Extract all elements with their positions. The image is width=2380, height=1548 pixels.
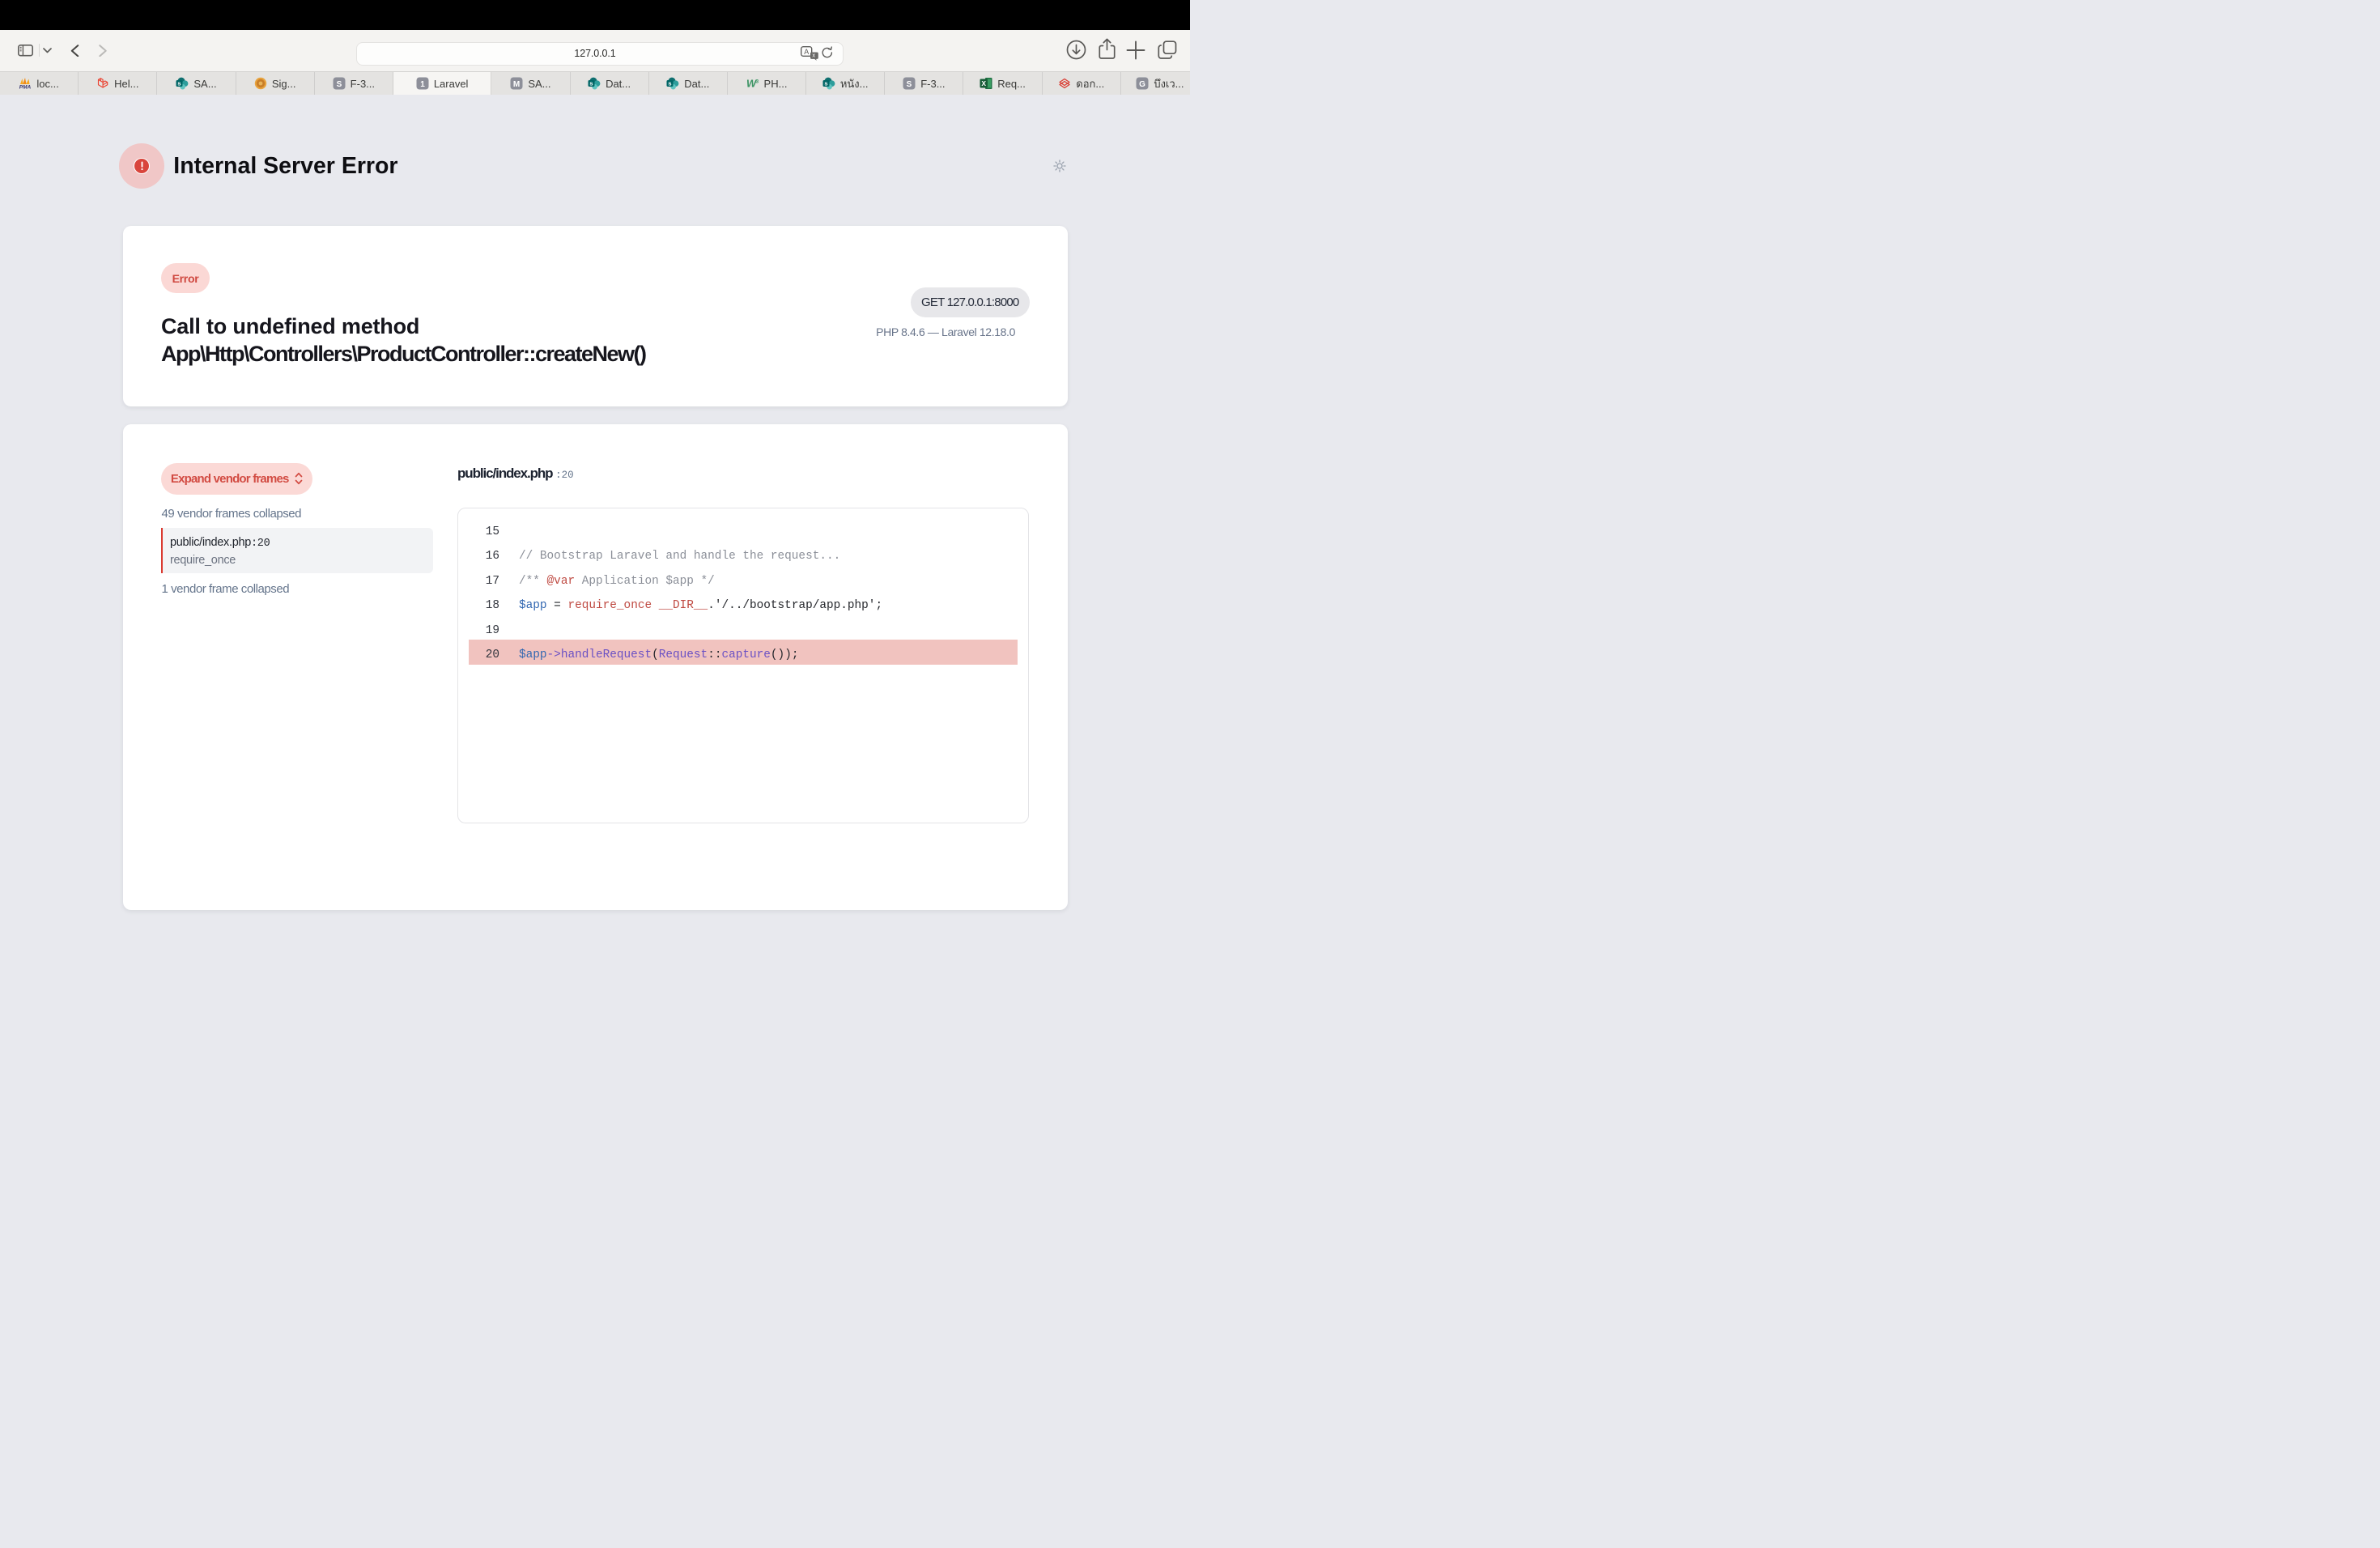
svg-text:3: 3 <box>755 79 759 85</box>
svg-text:A: A <box>804 48 809 56</box>
svg-text:M: M <box>513 80 520 89</box>
svg-text:S: S <box>336 80 342 89</box>
svg-text:s: s <box>824 80 827 87</box>
svg-text:x: x <box>812 52 815 59</box>
svg-text:S: S <box>907 80 912 89</box>
svg-text:X: X <box>982 79 987 87</box>
svg-text:G: G <box>1139 80 1145 89</box>
svg-text:s: s <box>589 80 593 87</box>
svg-text:PMA: PMA <box>19 85 32 91</box>
svg-text:s: s <box>178 80 181 87</box>
svg-text:s: s <box>669 80 672 87</box>
svg-text:1: 1 <box>420 80 425 89</box>
